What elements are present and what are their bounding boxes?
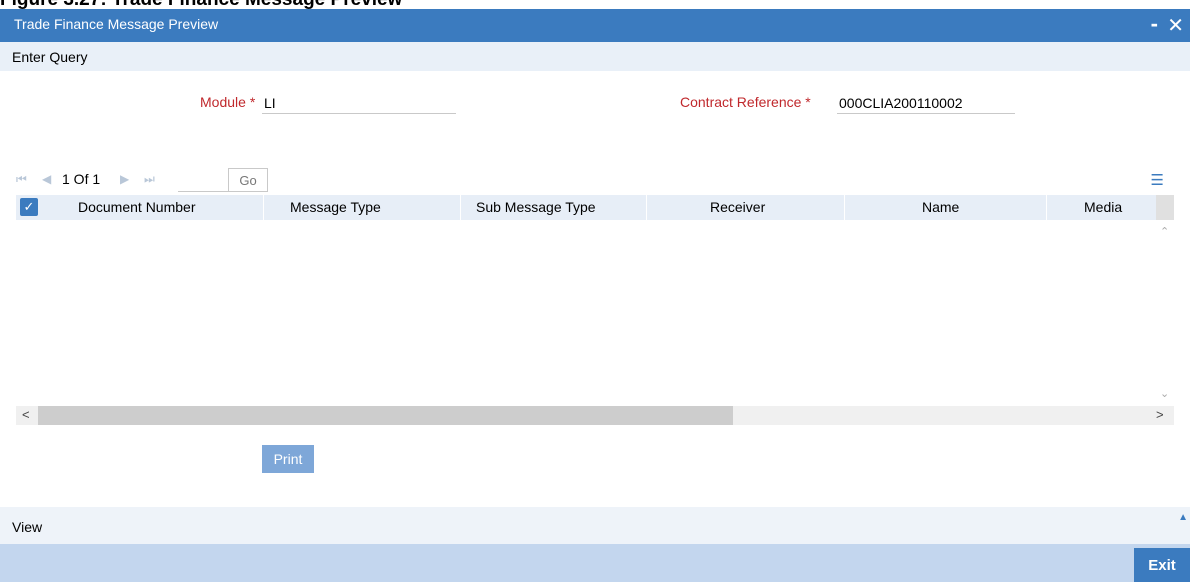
contract-reference-input[interactable] — [837, 92, 1015, 114]
window-titlebar: Trade Finance Message Preview - ✕ — [0, 9, 1190, 42]
contract-reference-label-text: Contract Reference — [680, 94, 802, 110]
column-header-name[interactable]: Name — [922, 199, 959, 215]
go-button[interactable]: Go — [228, 168, 268, 192]
scroll-down-icon[interactable]: ⌄ — [1160, 387, 1169, 400]
column-separator — [646, 195, 647, 220]
vertical-scrollbar[interactable]: ⌃ ⌄ — [1156, 195, 1174, 406]
view-label: View — [12, 519, 43, 535]
module-label-text: Module — [200, 94, 246, 110]
vertical-scrollbar-header — [1156, 195, 1174, 220]
menu-bar: Enter Query — [0, 42, 1190, 71]
print-button[interactable]: Print — [262, 445, 314, 473]
page-number-input[interactable] — [178, 168, 232, 192]
scroll-left-icon[interactable]: < — [22, 407, 30, 422]
horizontal-scrollbar-thumb[interactable] — [38, 406, 733, 425]
grid-body — [16, 220, 1156, 406]
column-header-receiver[interactable]: Receiver — [710, 199, 765, 215]
view-section: View ▲ — [0, 507, 1190, 544]
column-list-icon[interactable]: ☰ — [1151, 171, 1164, 189]
next-page-icon[interactable]: ▶ — [120, 172, 129, 186]
scroll-right-icon[interactable]: > — [1156, 407, 1164, 422]
window-title: Trade Finance Message Preview — [14, 16, 219, 32]
horizontal-scrollbar[interactable]: < > — [16, 406, 1174, 425]
select-all-checkbox[interactable]: ✓ — [20, 198, 38, 216]
footer-bar: Exit — [0, 544, 1190, 582]
column-separator — [844, 195, 845, 220]
figure-caption: Figure 3.27: Trade Finance Message Previ… — [0, 0, 402, 9]
enter-query-menu-item[interactable]: Enter Query — [12, 49, 87, 65]
grid-header: ✓ Document Number Message Type Sub Messa… — [16, 195, 1156, 220]
previous-page-icon[interactable]: ◀ — [42, 172, 51, 186]
collapse-icon[interactable]: ▲ — [1178, 512, 1188, 523]
close-icon[interactable]: ✕ — [1167, 13, 1184, 38]
column-header-media[interactable]: Media — [1084, 199, 1122, 215]
message-grid: ✓ Document Number Message Type Sub Messa… — [16, 195, 1174, 425]
scroll-up-icon[interactable]: ⌃ — [1160, 225, 1169, 238]
module-input[interactable] — [262, 92, 456, 114]
column-separator — [460, 195, 461, 220]
contract-reference-label: Contract Reference * — [680, 94, 811, 110]
column-header-message-type[interactable]: Message Type — [290, 199, 381, 215]
column-header-sub-message-type[interactable]: Sub Message Type — [476, 199, 596, 215]
minimize-icon[interactable]: - — [1151, 11, 1158, 37]
exit-button[interactable]: Exit — [1134, 548, 1190, 582]
column-header-document-number[interactable]: Document Number — [78, 199, 196, 215]
module-label: Module * — [200, 94, 255, 110]
grid-pager: ⏮ ◀ 1 Of 1 ▶ ⏭ Go ☰ — [16, 168, 1166, 192]
last-page-icon[interactable]: ⏭ — [144, 172, 155, 187]
page-indicator: 1 Of 1 — [62, 171, 101, 187]
module-required-mark: * — [249, 94, 256, 110]
contract-reference-required-mark: * — [805, 94, 811, 110]
column-separator — [263, 195, 264, 220]
column-separator — [1046, 195, 1047, 220]
first-page-icon[interactable]: ⏮ — [16, 172, 27, 187]
